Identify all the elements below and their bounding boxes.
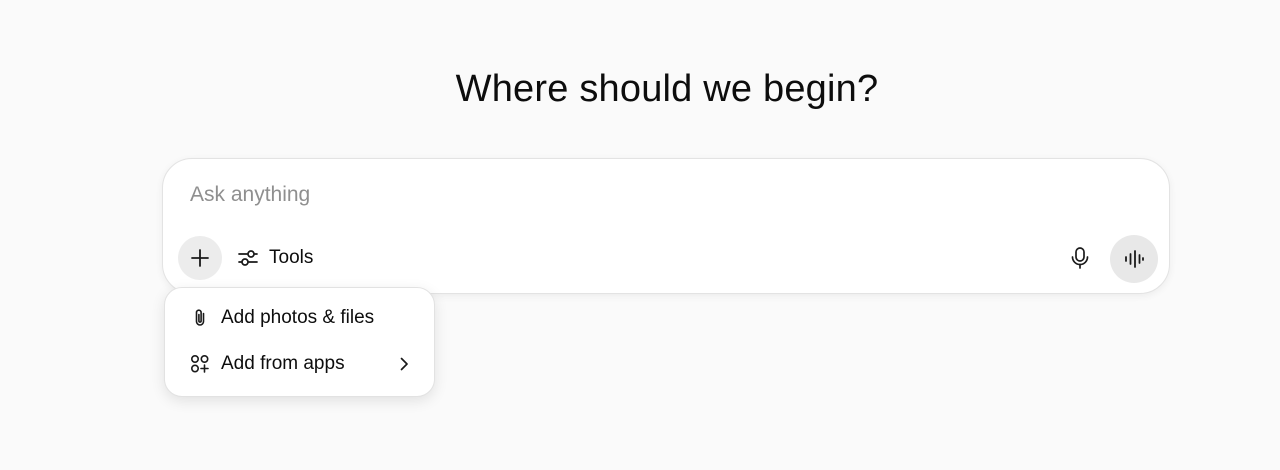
voice-waveform-icon	[1125, 250, 1144, 268]
apps-grid-plus-icon	[189, 353, 211, 375]
chevron-right-icon	[394, 353, 414, 375]
sliders-icon	[238, 250, 258, 266]
attach-menu: Add photos & files Add from apps	[164, 287, 435, 397]
page-title: Where should we begin?	[455, 68, 879, 110]
menu-item-add-from-apps[interactable]: Add from apps	[165, 341, 434, 387]
dictate-button[interactable]	[1061, 239, 1099, 277]
prompt-input[interactable]	[190, 179, 1090, 211]
microphone-icon	[1071, 247, 1089, 269]
plus-icon	[191, 249, 209, 267]
menu-item-add-photos-files[interactable]: Add photos & files	[165, 295, 434, 341]
tools-label: Tools	[269, 247, 314, 268]
tools-button[interactable]: Tools	[231, 239, 319, 277]
menu-item-label: Add photos & files	[221, 307, 375, 328]
menu-item-label: Add from apps	[221, 353, 345, 374]
paperclip-icon	[189, 307, 211, 329]
voice-mode-button[interactable]	[1110, 235, 1158, 283]
attach-plus-button[interactable]	[178, 236, 222, 280]
chat-home-page: Where should we begin? Tools	[0, 0, 1280, 470]
prompt-composer: Tools	[162, 158, 1170, 294]
